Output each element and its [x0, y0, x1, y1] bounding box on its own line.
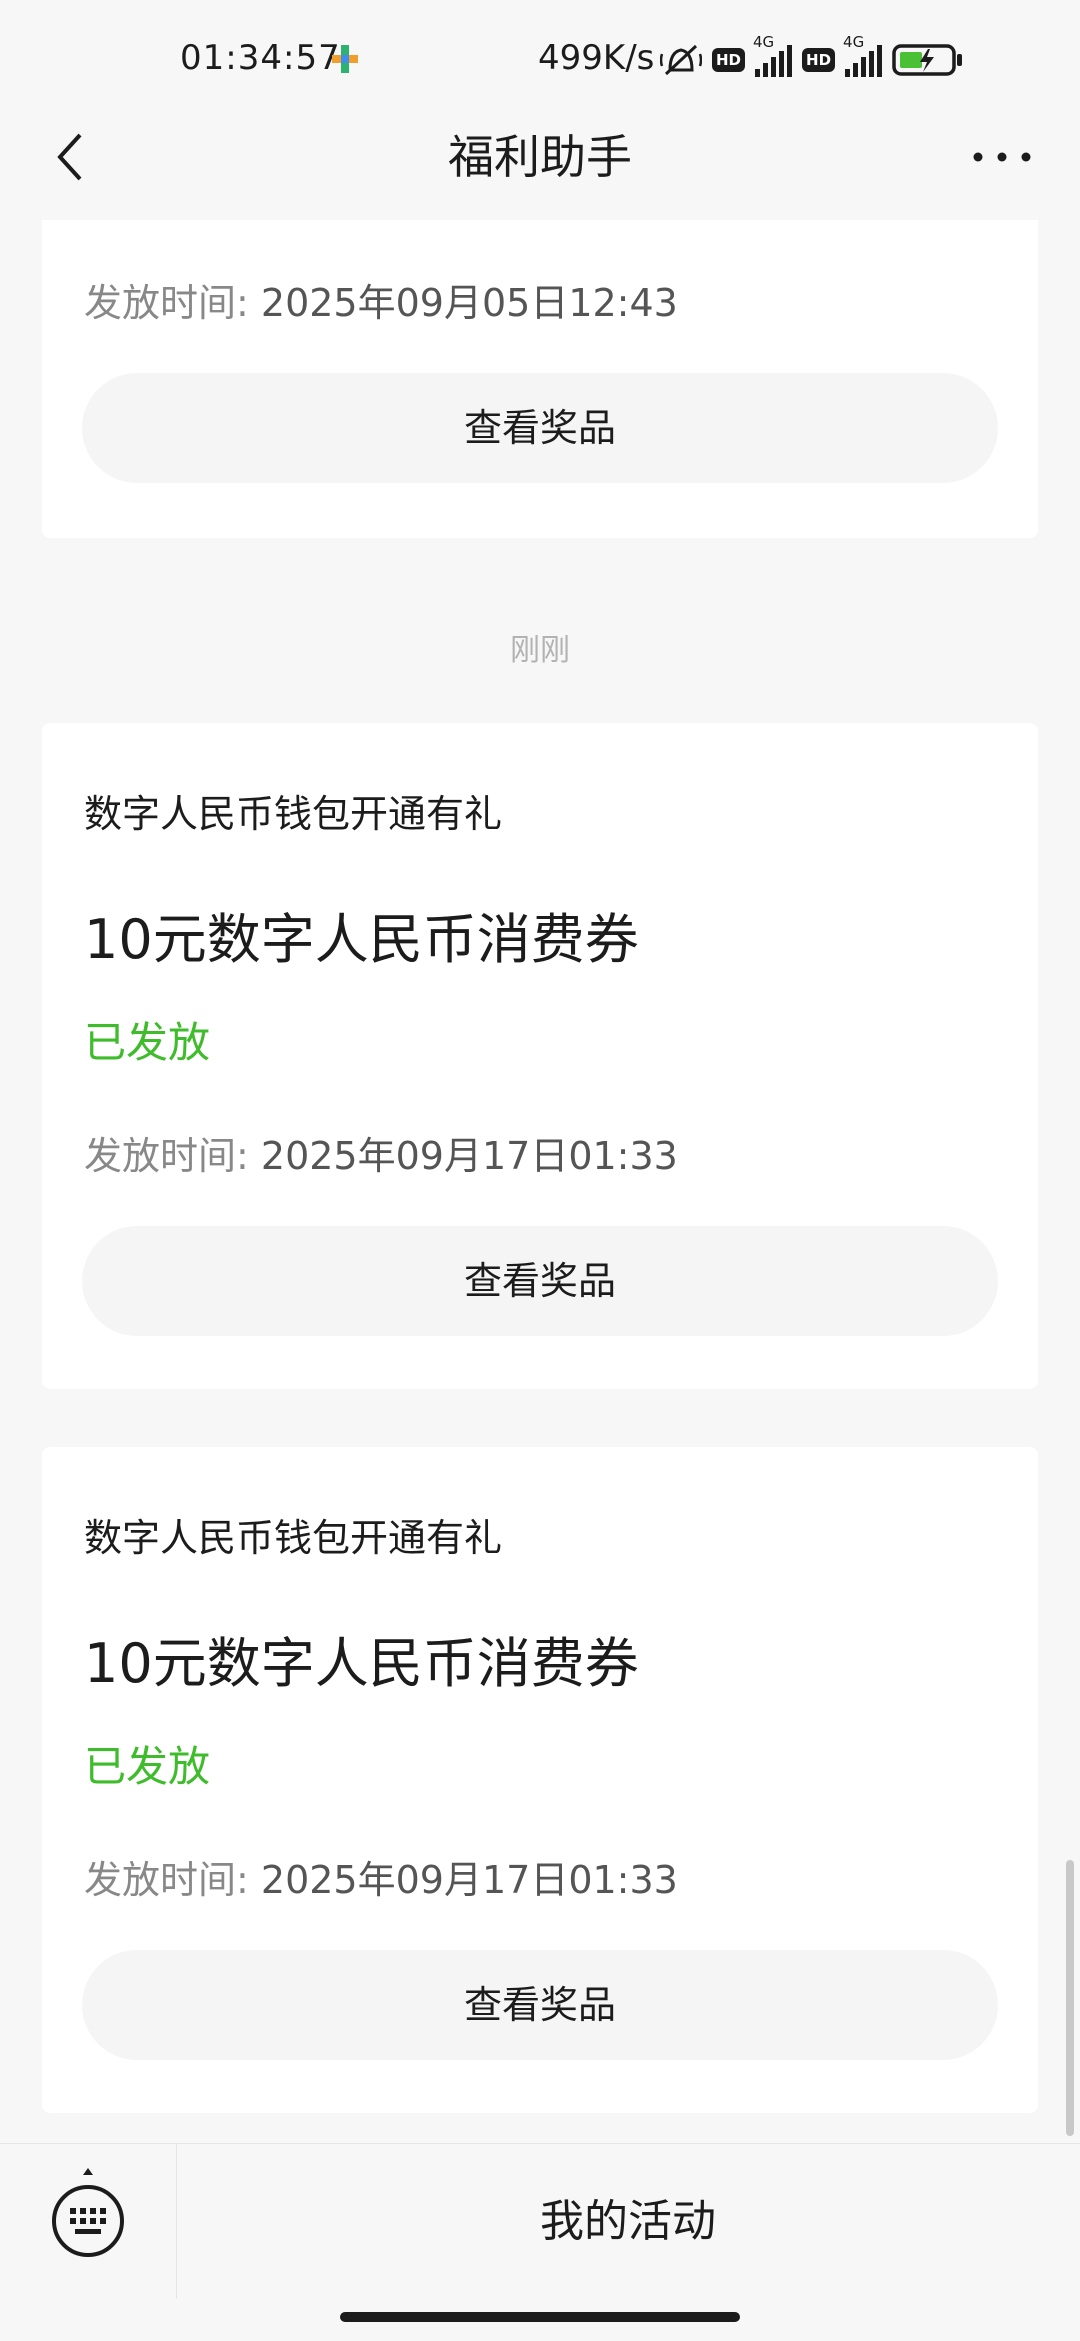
home-indicator[interactable]: [340, 2312, 740, 2322]
page-title: 福利助手: [448, 130, 632, 184]
issue-time-value: 2025年09月17日01:33: [260, 1134, 678, 1178]
issue-time: 发放时间: 2025年09月05日12:43: [84, 272, 678, 327]
battery-charging-icon: [892, 44, 963, 76]
scrollbar[interactable]: [1066, 1860, 1074, 2136]
signal-icon: 4G: [843, 33, 883, 77]
more-dots-icon[interactable]: [970, 145, 1034, 169]
status-label: 已发放: [84, 1742, 211, 1791]
activity-title: 数字人民币钱包开通有礼: [84, 792, 503, 836]
issue-time-label: 发放时间:: [84, 1858, 249, 1902]
my-activities-menu[interactable]: 我的活动: [176, 2144, 1080, 2299]
keyboard-icon: [52, 2168, 124, 2257]
signal-icon: 4G: [753, 33, 793, 77]
status-time: 01:34:57: [180, 38, 341, 78]
timestamp-divider: 刚刚: [510, 633, 570, 668]
issue-time-value: 2025年09月17日01:33: [260, 1858, 678, 1902]
issue-time: 发放时间: 2025年09月17日01:33: [84, 1125, 678, 1180]
prize-name: 10元数字人民币消费券: [84, 908, 639, 971]
keyboard-toggle-button[interactable]: [0, 2144, 177, 2299]
view-prize-button[interactable]: 查看奖品: [82, 1950, 998, 2060]
hd-icon: HD: [802, 48, 836, 72]
prize-name: 10元数字人民币消费券: [84, 1632, 639, 1695]
hd-icon: HD: [712, 48, 746, 72]
status-bar: 01:34:57 499K/s HD 4G HD 4G: [0, 0, 1080, 125]
issue-time-value: 2025年09月05日12:43: [260, 281, 678, 325]
app-notification-icon: [332, 45, 358, 73]
mute-icon: [660, 44, 702, 76]
navigation-bar: 福利助手: [0, 125, 1080, 220]
prize-card: 发放时间: 2025年09月05日12:43 查看奖品: [42, 220, 1038, 538]
view-prize-button[interactable]: 查看奖品: [82, 373, 998, 483]
activity-title: 数字人民币钱包开通有礼: [84, 1516, 503, 1560]
network-type-label: 4G: [843, 33, 865, 51]
issue-time-label: 发放时间:: [84, 281, 249, 325]
network-type-label: 4G: [753, 33, 775, 51]
issue-time: 发放时间: 2025年09月17日01:33: [84, 1849, 678, 1904]
status-label: 已发放: [84, 1018, 211, 1067]
status-icons: HD 4G HD 4G: [660, 33, 964, 82]
prize-card: 数字人民币钱包开通有礼 10元数字人民币消费券 已发放 发放时间: 2025年0…: [42, 1447, 1038, 2113]
issue-time-label: 发放时间:: [84, 1134, 249, 1178]
view-prize-button[interactable]: 查看奖品: [82, 1226, 998, 1336]
prize-card: 数字人民币钱包开通有礼 10元数字人民币消费券 已发放 发放时间: 2025年0…: [42, 723, 1038, 1389]
network-speed: 499K/s: [538, 38, 655, 78]
